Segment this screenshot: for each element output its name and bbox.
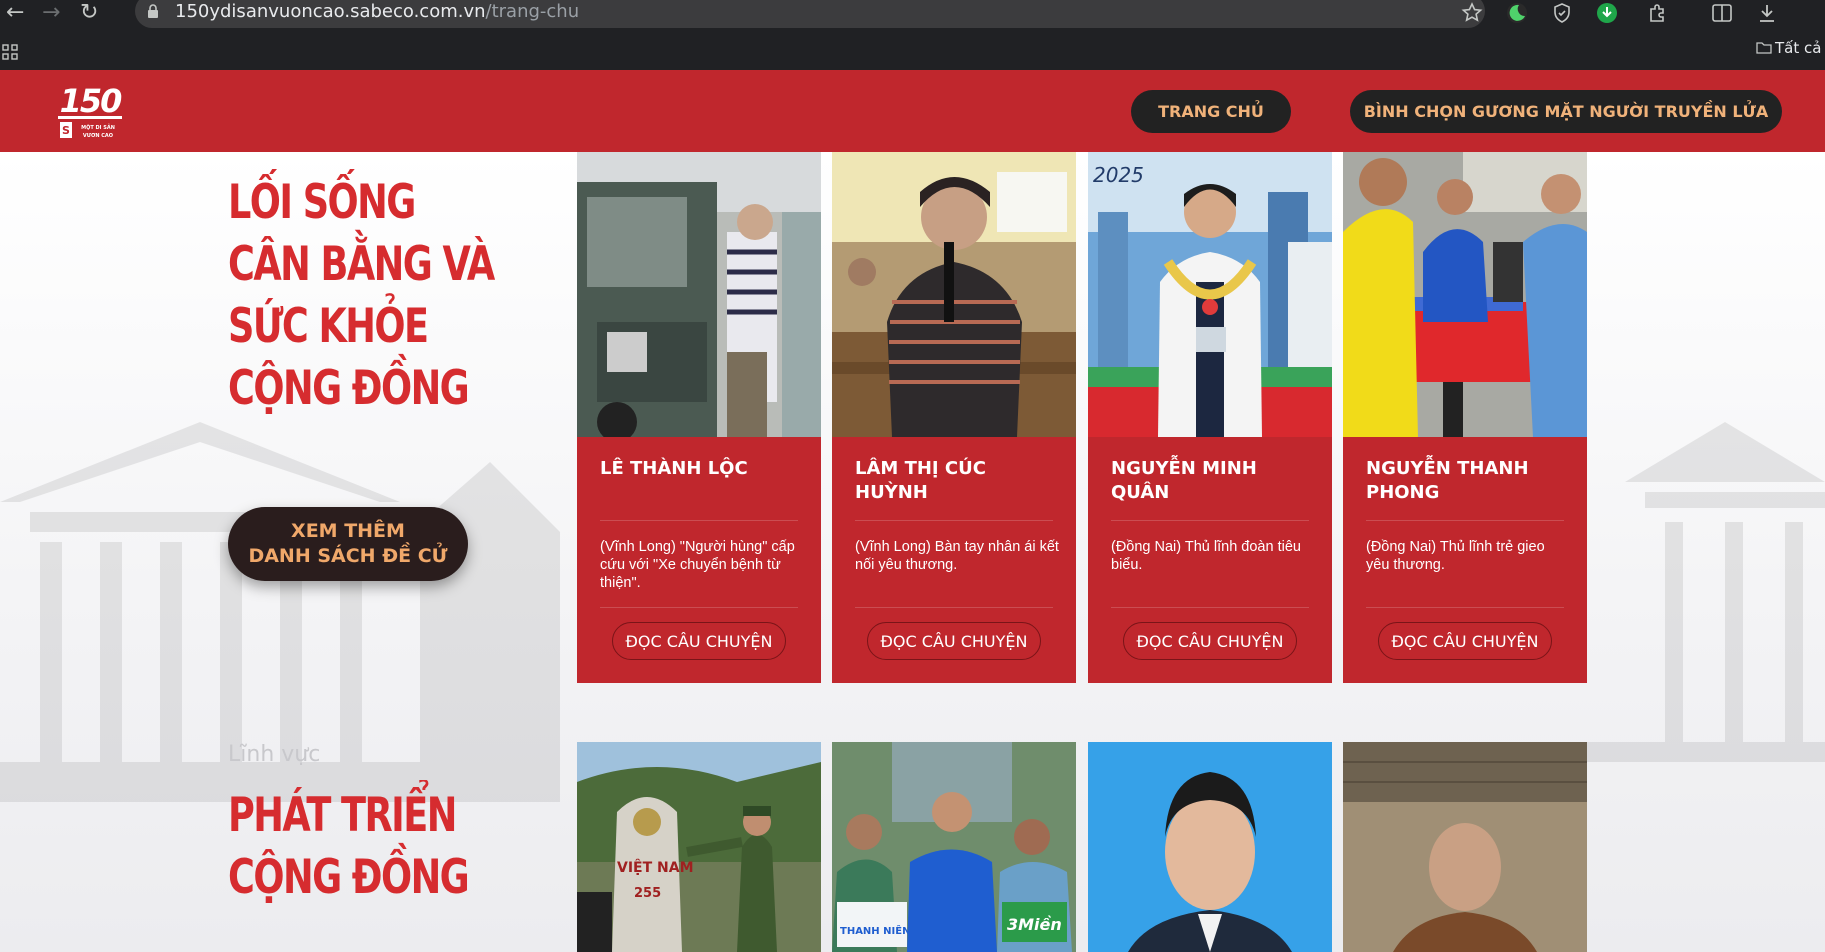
svg-text:VƯƠN CAO: VƯƠN CAO bbox=[83, 133, 113, 139]
nominee-description: (Vĩnh Long) "Người hùng" cấp cứu với "Xe… bbox=[600, 539, 795, 591]
svg-text:150: 150 bbox=[60, 82, 123, 120]
nominee-card: LÂM THỊ CÚC HUỲNH (Vĩnh Long) Bàn tay nh… bbox=[832, 152, 1076, 683]
divider bbox=[1366, 607, 1564, 608]
nominee-name: LÂM THỊ CÚC HUỲNH bbox=[855, 458, 986, 503]
divider bbox=[1111, 607, 1309, 608]
read-story-button[interactable]: ĐỌC CÂU CHUYỆN bbox=[612, 622, 786, 660]
download-extension-icon[interactable] bbox=[1595, 1, 1619, 25]
svg-text:2025: 2025 bbox=[1093, 163, 1144, 187]
browser-toolbar: ← → ↻ 150ydisanvuoncao.sabeco.com.vn/tra… bbox=[0, 0, 1825, 30]
svg-text:THANH NIÊN: THANH NIÊN bbox=[840, 924, 910, 937]
section-title-community: PHÁT TRIỂN CỘNG ĐỒNG bbox=[228, 788, 470, 905]
nominee-photo-monk bbox=[1343, 742, 1587, 952]
nominee-photo bbox=[577, 152, 821, 437]
nominee-photo-youth-group: THANH NIÊN 3Miền bbox=[832, 742, 1076, 952]
forward-icon[interactable]: → bbox=[42, 2, 60, 24]
shield-icon[interactable] bbox=[1550, 1, 1574, 25]
nominee-name: LÊ THÀNH LỘC bbox=[600, 458, 748, 479]
view-more-nominees-button[interactable]: XEM THÊM DANH SÁCH ĐỀ CỬ bbox=[228, 507, 468, 581]
nominee-card: LÊ THÀNH LỘC (Vĩnh Long) "Người hùng" cấ… bbox=[577, 152, 821, 683]
svg-text:MỘT DI SẢN: MỘT DI SẢN bbox=[81, 123, 115, 131]
divider bbox=[1366, 520, 1564, 521]
main-content: LỐI SỐNG CÂN BẰNG VÀ SỨC KHỎE CỘNG ĐỒNG … bbox=[0, 152, 1825, 952]
svg-text:3Miền: 3Miền bbox=[1007, 915, 1062, 934]
section-title-lifestyle: LỐI SỐNG CÂN BẰNG VÀ SỨC KHỎE CỘNG ĐỒNG bbox=[228, 175, 495, 416]
divider bbox=[600, 520, 798, 521]
divider bbox=[855, 520, 1053, 521]
split-view-icon[interactable] bbox=[1710, 1, 1734, 25]
nominee-name: NGUYỄN THANH PHONG bbox=[1366, 458, 1529, 503]
nav-home-button[interactable]: TRANG CHỦ bbox=[1131, 90, 1291, 133]
site-logo[interactable]: 150 S MỘT DI SẢN VƯƠN CAO bbox=[54, 82, 126, 142]
apps-grid-icon[interactable] bbox=[2, 44, 18, 60]
nominee-photo: 2025 bbox=[1088, 152, 1332, 437]
download-icon[interactable] bbox=[1755, 1, 1779, 25]
reload-icon[interactable]: ↻ bbox=[80, 2, 98, 24]
nominee-photo bbox=[1343, 152, 1587, 437]
read-story-button[interactable]: ĐỌC CÂU CHUYỆN bbox=[1123, 622, 1297, 660]
svg-text:S: S bbox=[62, 124, 70, 137]
back-icon[interactable]: ← bbox=[6, 2, 24, 24]
lock-icon bbox=[148, 4, 158, 18]
divider bbox=[600, 607, 798, 608]
nominee-card: 2025 NGUYỄN MINH QUÂN (Đồng Nai) Thủ lĩn… bbox=[1088, 152, 1332, 683]
bookmarks-bar: Tất cả bbox=[0, 30, 1825, 70]
divider bbox=[1111, 520, 1309, 521]
folder-icon bbox=[1756, 42, 1772, 54]
nominee-photo bbox=[832, 152, 1076, 437]
svg-text:255: 255 bbox=[634, 886, 661, 901]
puzzle-icon[interactable] bbox=[1646, 1, 1670, 25]
nominee-card: NGUYỄN THANH PHONG (Đồng Nai) Thủ lĩnh t… bbox=[1343, 152, 1587, 683]
nominee-description: (Đồng Nai) Thủ lĩnh đoàn tiêu biểu. bbox=[1111, 539, 1301, 573]
address-bar[interactable]: 150ydisanvuoncao.sabeco.com.vn/trang-chu bbox=[135, 0, 1485, 28]
nominee-description: (Vĩnh Long) Bàn tay nhân ái kết nối yêu … bbox=[855, 539, 1059, 573]
nominee-photo-border-guard: VIỆT NAM 255 bbox=[577, 742, 821, 952]
section-label: Lĩnh vực bbox=[228, 742, 321, 767]
background-building-illustration bbox=[0, 422, 560, 802]
site-header: 150 S MỘT DI SẢN VƯƠN CAO TRANG CHỦ BÌNH… bbox=[0, 70, 1825, 152]
divider bbox=[855, 607, 1053, 608]
nominee-photo-portrait bbox=[1088, 742, 1332, 952]
svg-text:VIỆT NAM: VIỆT NAM bbox=[617, 858, 694, 876]
read-story-button[interactable]: ĐỌC CÂU CHUYỆN bbox=[1378, 622, 1552, 660]
nav-vote-button[interactable]: BÌNH CHỌN GƯƠNG MẶT NGƯỜI TRUYỀN LỬA bbox=[1350, 90, 1782, 133]
read-story-button[interactable]: ĐỌC CÂU CHUYỆN bbox=[867, 622, 1041, 660]
nominee-description: (Đồng Nai) Thủ lĩnh trẻ gieo yêu thương. bbox=[1366, 539, 1545, 573]
background-building-right bbox=[1565, 422, 1825, 762]
url-text: 150ydisanvuoncao.sabeco.com.vn/trang-chu bbox=[175, 1, 580, 22]
star-icon[interactable] bbox=[1460, 1, 1484, 25]
moon-extension-icon[interactable] bbox=[1505, 1, 1529, 25]
nominee-name: NGUYỄN MINH QUÂN bbox=[1111, 458, 1257, 503]
bookmarks-all-folder[interactable]: Tất cả bbox=[1756, 39, 1821, 57]
